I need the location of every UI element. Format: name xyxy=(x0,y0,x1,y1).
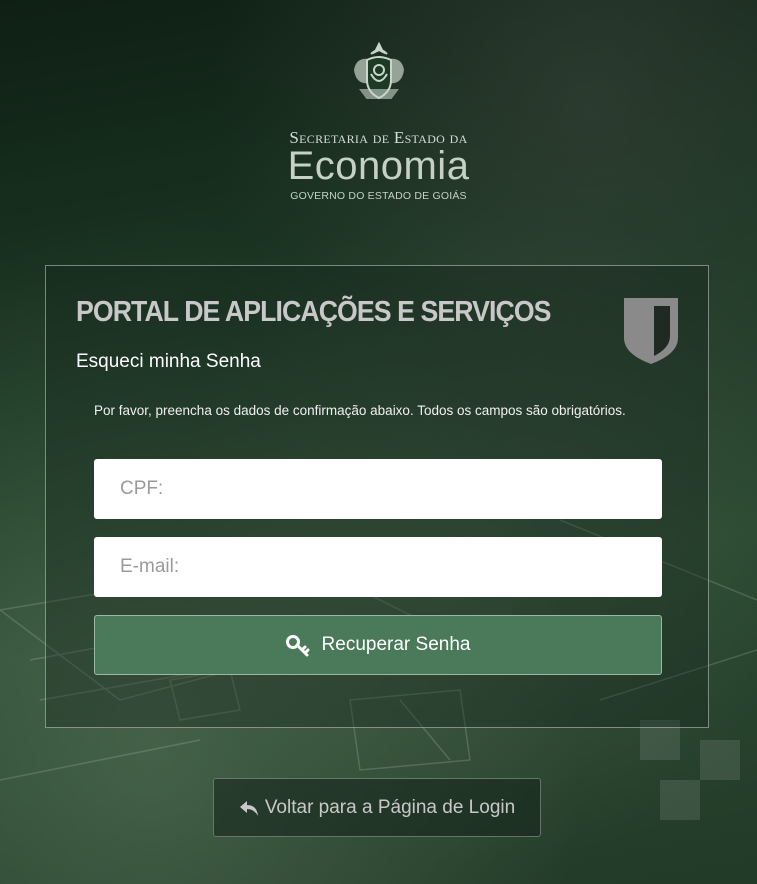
shield-icon xyxy=(624,298,678,364)
recover-password-button[interactable]: Recuperar Senha xyxy=(94,615,662,675)
email-input[interactable] xyxy=(94,537,662,597)
secretaria-logo: Secretaria de Estado da Economia GOVERNO… xyxy=(0,40,757,202)
goias-crest-icon xyxy=(353,41,404,100)
password-recovery-panel: PORTAL DE APLICAÇÕES E SERVIÇOS Esqueci … xyxy=(45,265,709,728)
key-icon xyxy=(285,635,310,657)
recover-password-label: Recuperar Senha xyxy=(321,634,471,655)
logo-line-economia: Economia xyxy=(287,144,470,188)
back-to-login-label: Voltar para a Página de Login xyxy=(264,796,516,818)
form-instructions: Por favor, preencha os dados de confirma… xyxy=(94,403,626,418)
reply-arrow-icon xyxy=(239,800,258,816)
logo-line-governo: GOVERNO DO ESTADO DE GOIÁS xyxy=(290,190,467,202)
cpf-input[interactable] xyxy=(94,459,662,519)
portal-title: PORTAL DE APLICAÇÕES E SERVIÇOS xyxy=(76,296,551,328)
back-to-login-button[interactable]: Voltar para a Página de Login xyxy=(213,778,541,837)
page-subtitle: Esqueci minha Senha xyxy=(76,351,261,372)
